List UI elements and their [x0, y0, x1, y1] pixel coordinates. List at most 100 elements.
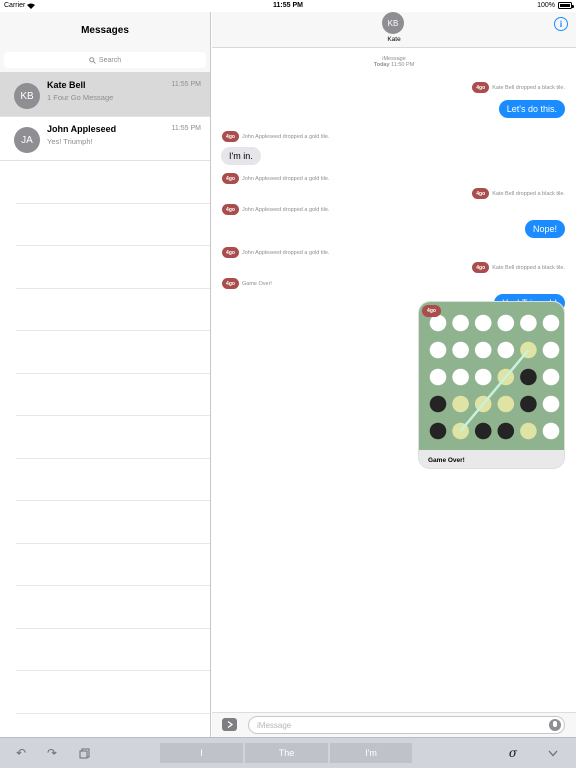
search-icon [89, 56, 96, 64]
game-message-card[interactable]: 4go Game Over! [418, 301, 565, 469]
board-cell-black [474, 422, 492, 440]
search-input[interactable]: Search [4, 52, 206, 68]
empty-list-row [16, 161, 210, 204]
contact-name[interactable]: Kate [212, 36, 576, 43]
board-cell-empty [497, 341, 515, 359]
handwriting-icon[interactable]: σ [506, 746, 520, 760]
board-cell-empty [520, 314, 537, 332]
board-cell-empty [497, 314, 515, 332]
outgoing-message[interactable]: Nope! [524, 220, 565, 238]
contact-avatar[interactable]: KB [382, 12, 404, 34]
game-board: 4go [419, 302, 564, 450]
redo-icon[interactable]: ↷ [45, 746, 59, 760]
empty-list-row [16, 204, 210, 246]
game-app-badge: 4go [222, 278, 239, 289]
board-cell-black [520, 395, 537, 413]
system-event: 4go Kate Bell dropped a black tile. [472, 82, 565, 93]
empty-list-row [16, 416, 210, 459]
board-cell-empty [542, 368, 560, 386]
board-cell-black [520, 368, 537, 386]
avatar: JA [14, 127, 40, 153]
game-app-badge: 4go [222, 247, 239, 258]
empty-list-row [16, 374, 210, 416]
system-event-text: Kate Bell dropped a black tile. [492, 190, 565, 197]
board-cell-black [429, 422, 447, 440]
game-app-badge: 4go [422, 305, 441, 317]
board-cell-empty [452, 368, 469, 386]
suggestion-1[interactable]: I [160, 743, 243, 763]
conversation-timestamp: Today 11:50 PM [212, 62, 576, 68]
empty-list-row [16, 629, 210, 671]
message-placeholder: iMessage [257, 720, 292, 730]
battery-indicator: 100% [537, 2, 574, 9]
paste-icon[interactable] [77, 746, 91, 760]
message-input[interactable]: iMessage [248, 716, 565, 734]
avatar: KB [14, 83, 40, 109]
board-cell-empty [452, 341, 469, 359]
status-bar: Carrier 11:55 PM 100% [0, 0, 576, 12]
conversation-preview: Yes! Triumph! [47, 137, 93, 146]
system-event-text: John Appleseed dropped a gold tile. [242, 206, 330, 213]
system-event: 4go Kate Bell dropped a black tile. [472, 262, 565, 273]
winning-line [459, 349, 530, 432]
board-cell-empty [542, 314, 560, 332]
system-event: 4go Game Over! [222, 278, 272, 289]
timestamp-day: Today [373, 62, 390, 68]
conversation-john-appleseed[interactable]: JA John Appleseed 11:55 PM Yes! Triumph! [0, 117, 210, 161]
incoming-message[interactable]: I'm in. [221, 147, 261, 165]
board-cell-empty [474, 314, 492, 332]
board-cell-gold [520, 422, 537, 440]
suggestion-3[interactable]: I'm [330, 743, 412, 763]
system-event-text: Game Over! [242, 280, 272, 287]
compose-bar: iMessage [212, 712, 576, 737]
board-grid [429, 314, 560, 440]
conversation-list-pane: Messages Search KB Kate Bell 11:55 PM 1 … [0, 12, 211, 737]
system-event: 4go John Appleseed dropped a gold tile. [222, 204, 329, 215]
board-cell-empty [474, 341, 492, 359]
empty-list-row [16, 289, 210, 331]
keyboard-shortcut-bar: ↶ ↷ I The I'm σ [0, 737, 576, 768]
empty-list-row [16, 501, 210, 544]
board-cell-empty [429, 314, 447, 332]
board-cell-empty [429, 341, 447, 359]
timestamp-time: 11:50 PM [391, 62, 415, 68]
system-event-text: Kate Bell dropped a black tile. [492, 84, 565, 91]
system-event: 4go John Appleseed dropped a gold tile. [222, 131, 329, 142]
game-app-badge: 4go [472, 188, 490, 199]
conversation-time: 11:55 PM [171, 81, 201, 88]
board-cell-empty [429, 368, 447, 386]
empty-list-row [16, 246, 210, 289]
undo-icon[interactable]: ↶ [14, 746, 28, 760]
empty-list-row [16, 586, 210, 629]
game-app-badge: 4go [472, 262, 490, 273]
board-cell-black [429, 395, 447, 413]
game-caption: Game Over! [419, 450, 564, 468]
system-event-text: John Appleseed dropped a gold tile. [242, 175, 330, 182]
conversation-time: 11:55 PM [171, 125, 201, 132]
board-cell-gold [452, 395, 469, 413]
empty-list-rows [0, 161, 210, 714]
board-cell-black [497, 422, 515, 440]
system-event: 4go John Appleseed dropped a gold tile. [222, 173, 329, 184]
chat-pane: KB Kate i iMessage Today 11:50 PM 4go Kat… [212, 12, 576, 737]
suggestion-2[interactable]: The [245, 743, 328, 763]
outgoing-message[interactable]: Let's do this. [498, 100, 565, 118]
system-event: 4go John Appleseed dropped a gold tile. [222, 247, 329, 258]
board-cell-empty [542, 341, 560, 359]
microphone-icon[interactable] [549, 719, 561, 731]
board-cell-empty [474, 368, 492, 386]
dismiss-keyboard-icon[interactable] [546, 746, 560, 760]
chat-header: KB Kate i [212, 12, 576, 48]
system-event: 4go Kate Bell dropped a black tile. [472, 188, 565, 199]
search-bar: Search [0, 48, 210, 73]
system-event-text: Kate Bell dropped a black tile. [492, 264, 565, 271]
conversation-kate-bell[interactable]: KB Kate Bell 11:55 PM 1 Four Go Message [0, 73, 210, 117]
game-app-badge: 4go [222, 131, 239, 142]
conversation-name: Kate Bell [47, 80, 86, 90]
empty-list-row [16, 331, 210, 374]
info-icon[interactable]: i [554, 17, 568, 31]
board-cell-gold [497, 395, 515, 413]
board-cell-empty [542, 395, 560, 413]
search-placeholder: Search [98, 56, 122, 64]
apps-expand-button[interactable] [222, 718, 237, 731]
